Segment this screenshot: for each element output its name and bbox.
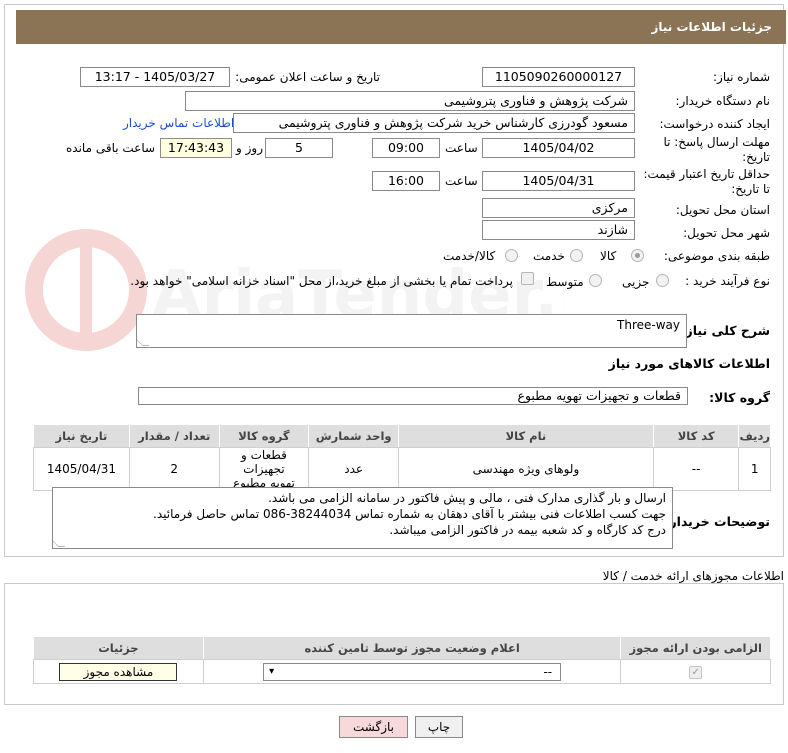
col-group: گروه کالا [218,424,310,448]
permits-table: الزامی بودن ارائه مجوز اعلام وضعیت مجوز … [33,636,771,684]
category-radio-goods-service[interactable] [505,249,518,262]
province-field: مرکزی [482,198,635,218]
cell-permit-required: ✓ [620,659,771,684]
announce-datetime-field: 1405/03/27 - 13:17 [80,67,230,87]
resize-grip-icon[interactable] [51,540,66,547]
goods-group-field: قطعات و تجهیزات تهویه مطبوع [138,387,688,405]
goods-table: ردیف کد کالا نام کالا واحد شمارش گروه کا… [33,424,771,491]
col-name: نام کالا [398,424,654,448]
description-textarea[interactable]: Three-way [135,314,687,348]
city-label: شهر محل تحویل: [683,226,770,240]
buyer-notes-line1: ارسال و بار گذاری مدارک فنی ، مالی و پیش… [268,491,666,505]
description-text: Three-way [617,318,680,332]
permits-table-header: الزامی بودن ارائه مجوز اعلام وضعیت مجوز … [33,636,771,660]
category-radio-goods[interactable] [631,249,644,262]
cell-code: -- [652,447,740,491]
price-validity-label: حداقل تاریخ اعتبار قیمت: تا تاریخ: [643,167,770,196]
buyer-contact-link[interactable]: اطلاعات تماس خریدار [123,116,234,130]
price-validity-date-field: 1405/04/31 [482,171,635,191]
category-option-goods-service: کالا/خدمت [443,249,496,263]
cell-permit-details: مشاهده مجوز [33,659,204,684]
process-option-medium: متوسط [546,275,584,289]
col-qty: تعداد / مقدار [128,424,220,448]
resize-grip-icon[interactable] [135,339,150,346]
print-button[interactable]: چاپ [415,716,463,738]
col-permit-required: الزامی بودن ارائه مجوز [620,636,771,660]
permit-status-select[interactable]: ▾ -- [263,662,562,681]
cell-unit: عدد [308,447,400,491]
requester-label: ایجاد کننده درخواست: [659,117,770,131]
deadline-label: مهلت ارسال پاسخ: تا تاریخ: [663,135,770,164]
days-remaining-field: 5 [265,138,333,158]
deadline-time-field: 09:00 [372,138,440,158]
goods-table-header: ردیف کد کالا نام کالا واحد شمارش گروه کا… [33,424,771,448]
announce-label: تاریخ و ساعت اعلان عمومی: [235,70,380,84]
col-permit-details: جزئیات [33,636,204,660]
price-validity-time-field: 16:00 [372,171,440,191]
days-label: روز و [236,141,263,155]
buyer-notes-textarea[interactable]: ارسال و بار گذاری مدارک فنی ، مالی و پیش… [51,487,673,549]
buyer-notes-label: توضیحات خریدار: [664,514,770,529]
permits-section-title: اطلاعات مجوزهای ارائه خدمت / کالا [602,569,784,583]
need-number-field: 1105090260000127 [482,67,635,87]
category-option-goods: کالا [600,249,617,263]
table-row: 1 -- ولوهای ویژه مهندسی عدد قطعات و تجهی… [33,447,771,491]
col-code: کد کالا [652,424,740,448]
remaining-time-label: ساعت باقی مانده [66,141,156,155]
cell-group: قطعات و تجهیزات تهویه مطبوع [218,447,310,491]
process-label: نوع فرآیند خرید : [685,274,770,288]
cell-qty: 2 [128,447,220,491]
cell-date: 1405/04/31 [33,447,130,491]
treasury-payment-note: پرداخت تمام یا بخشی از مبلغ خرید،از محل … [130,274,513,288]
city-field: شازند [482,220,635,240]
buyer-org-field: شرکت پژوهش و فناوری پتروشیمی [185,91,635,111]
remaining-time-field: 17:43:43 [160,138,232,158]
buyer-org-label: نام دستگاه خریدار: [675,94,771,108]
checkmark-icon: ✓ [689,666,703,679]
requester-field: مسعود گودرزی کارشناس خرید شرکت پژوهش و ف… [233,113,635,133]
col-date: تاریخ نیاز [33,424,130,448]
cell-row: 1 [738,447,771,491]
process-radio-minor[interactable] [656,274,669,287]
col-permit-status: اعلام وضعیت مجوز توسط تامین کننده [202,636,622,660]
cell-name: ولوهای ویژه مهندسی [398,447,654,491]
process-option-minor: جزیی [622,275,650,289]
need-number-label: شماره نیاز: [713,70,770,84]
process-radio-medium[interactable] [589,274,602,287]
back-button[interactable]: بازگشت [339,716,408,738]
category-radio-service[interactable] [570,249,583,262]
category-option-service: خدمت [533,249,565,263]
chevron-down-icon: ▾ [269,665,275,677]
cell-permit-status: ▾ -- [202,659,622,684]
category-label: طبقه بندی موضوعی: [663,249,770,263]
treasury-payment-checkbox[interactable] [521,272,534,285]
cell-group-line1: قطعات و تجهیزات [240,448,287,476]
price-validity-time-label: ساعت [445,174,478,188]
deadline-date-field: 1405/04/02 [482,138,635,158]
col-row: ردیف [738,424,771,448]
page-title: جزئیات اطلاعات نیاز [16,10,786,44]
buyer-notes-line3: درج کد کارگاه و کد شعبه بیمه در فاکتور ا… [389,523,666,537]
view-permit-button[interactable]: مشاهده مجوز [59,662,178,681]
goods-section-title: اطلاعات کالاهای مورد نیاز [608,356,770,371]
col-unit: واحد شمارش [308,424,400,448]
deadline-time-label: ساعت [445,141,478,155]
goods-group-label: گروه کالا: [709,390,770,405]
description-label: شرح کلی نیاز: [680,323,770,338]
province-label: استان محل تحویل: [675,203,770,217]
table-row: ✓ ▾ -- مشاهده مجوز [33,659,771,684]
permit-status-value: -- [543,664,553,679]
buyer-notes-line2: جهت کسب اطلاعات فنی بیشتر با آقای دهقان … [153,507,666,521]
